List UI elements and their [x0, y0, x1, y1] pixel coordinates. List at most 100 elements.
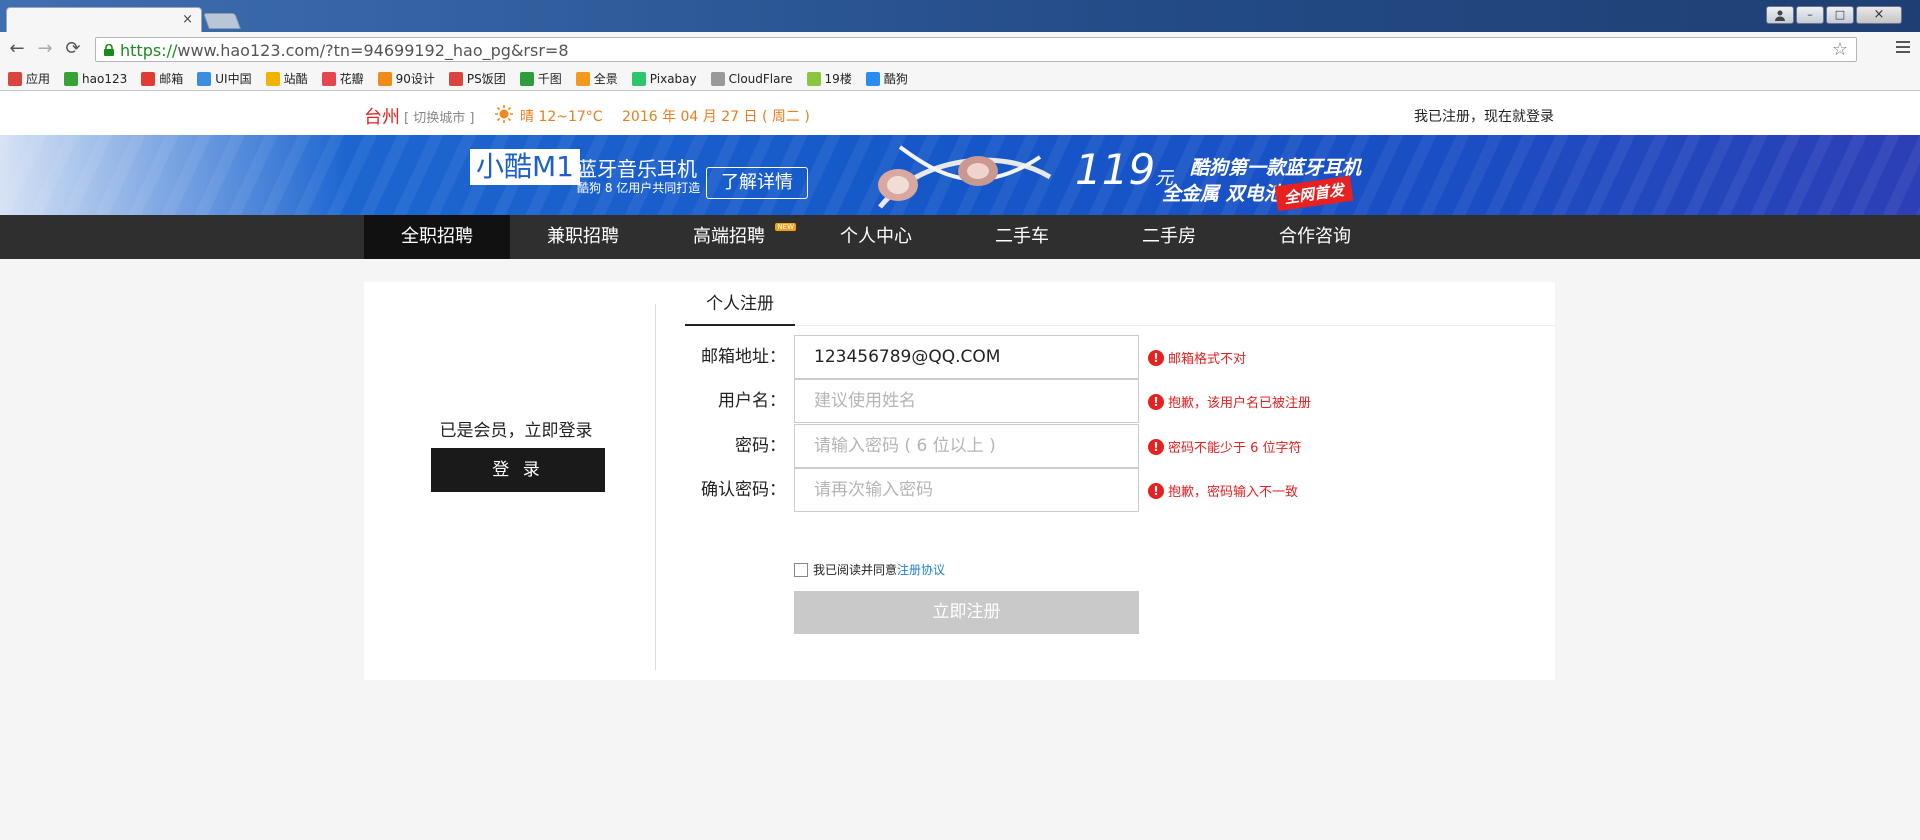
city-name: 台州 — [364, 107, 400, 128]
bookmark-label: Pixabay — [649, 71, 697, 86]
new-tab-button[interactable] — [203, 13, 241, 29]
member-login-prompt: 已是会员，立即登录 — [439, 421, 593, 441]
nav-item-label: 二手房 — [1142, 226, 1196, 247]
user-icon[interactable] — [1766, 6, 1794, 24]
huaban-icon — [321, 71, 336, 86]
bookmark-item[interactable]: UI中国 — [197, 70, 252, 87]
bookmark-label: 19楼 — [824, 72, 852, 86]
apps-icon — [8, 71, 22, 86]
bookmark-item[interactable]: 90设计 — [377, 70, 435, 87]
main-nav: 全职招聘 兼职招聘 高端招聘 NEW 个人中心 二手车 二手房 合作咨询 — [0, 215, 1920, 259]
tab-close-icon[interactable]: × — [182, 12, 193, 28]
bookmark-item[interactable]: 应用 — [8, 70, 50, 87]
confirm-password-error: ! 抱歉，密码输入不一致 — [1148, 481, 1298, 500]
browser-menu-icon[interactable] — [1896, 41, 1910, 53]
earbuds-image — [878, 145, 1052, 209]
url-text: https://www.hao123.com/?tn=94699192_hao_… — [120, 41, 569, 60]
page: 台州 [ 切换城市 ] 晴 12~17°C 2016 年 04 月 27 日 (… — [0, 91, 1920, 840]
bookmark-label: 90设计 — [395, 72, 435, 86]
minimize-button[interactable]: – — [1796, 6, 1824, 24]
promo-banner[interactable]: 小酷M1 蓝牙音乐耳机 酷狗 8 亿用户共同打造 了解详情 119元 酷狗第一款… — [0, 135, 1920, 215]
bookmark-item[interactable]: 酷狗 — [865, 70, 908, 87]
error-icon: ! — [1148, 393, 1164, 410]
password-row: 密码：! 密码不能少于 6 位字符 — [685, 424, 1555, 468]
agreement-link[interactable]: 注册协议 — [897, 561, 945, 578]
bookmark-label: hao123 — [82, 71, 128, 86]
bookmark-item[interactable]: 19楼 — [806, 70, 852, 87]
agree-text: 我已阅读并同意 — [813, 563, 898, 577]
email-label: 邮箱地址： — [701, 347, 786, 367]
back-arrow-icon[interactable]: ← — [6, 38, 28, 60]
error-text: 密码不能少于 6 位字符 — [1168, 441, 1302, 456]
bookmark-item[interactable]: 花瓣 — [321, 70, 364, 87]
nav-item-used-houses[interactable]: 二手房 — [1096, 215, 1242, 259]
bookmark-item[interactable]: Pixabay — [631, 71, 697, 86]
banner-learn-more-button[interactable]: 了解详情 — [706, 167, 808, 199]
kugou-icon — [865, 71, 880, 86]
bookmark-item[interactable]: 邮箱 — [141, 70, 183, 87]
nav-item-part-time[interactable]: 兼职招聘 — [510, 215, 656, 259]
quanjing-icon — [575, 71, 590, 86]
bookmark-star-icon[interactable]: ☆ — [1832, 39, 1848, 60]
top-info-bar: 台州 [ 切换城市 ] 晴 12~17°C 2016 年 04 月 27 日 (… — [0, 91, 1920, 135]
nav-item-high-end[interactable]: 高端招聘 NEW — [656, 215, 802, 259]
nav-item-full-time[interactable]: 全职招聘 — [364, 215, 510, 259]
bookmark-item[interactable]: 千图 — [519, 70, 562, 87]
banner-subtitle: 酷狗 8 亿用户共同打造 — [577, 181, 701, 195]
nav-item-label: 合作咨询 — [1279, 226, 1351, 247]
window-controls: – □ × — [1766, 6, 1902, 24]
bookmark-label: 酷狗 — [883, 72, 908, 86]
nav-item-personal-center[interactable]: 个人中心 — [803, 215, 949, 259]
19lou-icon — [806, 71, 821, 86]
nav-item-label: 兼职招聘 — [547, 226, 619, 247]
tab-personal-register[interactable]: 个人注册 — [685, 292, 795, 326]
confirm-password-field[interactable] — [794, 468, 1139, 512]
bookmark-item[interactable]: 站酷 — [265, 70, 308, 87]
nav-item-label: 全职招聘 — [401, 226, 473, 247]
sun-icon — [495, 105, 513, 123]
nav-item-used-cars[interactable]: 二手车 — [949, 215, 1095, 259]
switch-city-link[interactable]: [ 切换城市 ] — [404, 107, 474, 126]
bookmark-item[interactable]: hao123 — [64, 71, 128, 86]
email-row: 邮箱地址：! 邮箱格式不对 — [685, 335, 1555, 379]
browser-tab[interactable]: × — [6, 7, 202, 32]
login-button[interactable]: 登 录 — [431, 448, 605, 492]
password-label: 密码： — [735, 436, 786, 456]
email-field[interactable] — [794, 335, 1139, 379]
nav-item-cooperation[interactable]: 合作咨询 — [1242, 215, 1388, 259]
address-bar[interactable]: https://www.hao123.com/?tn=94699192_hao_… — [95, 37, 1857, 62]
bookmark-item[interactable]: CloudFlare — [710, 71, 793, 86]
error-icon: ! — [1148, 438, 1164, 455]
maximize-button[interactable]: □ — [1826, 6, 1854, 24]
login-now-link[interactable]: 我已注册，现在就登录 — [1414, 106, 1554, 126]
close-button[interactable]: × — [1856, 6, 1902, 24]
password-field[interactable] — [794, 424, 1139, 468]
nav-item-label: 二手车 — [995, 226, 1049, 247]
banner-tagline-2: 全金属 双电池 — [1162, 183, 1283, 205]
90design-icon — [377, 71, 392, 86]
new-badge: NEW — [775, 223, 796, 231]
bookmark-item[interactable]: 全景 — [575, 70, 618, 87]
browser-titlebar: × – □ × — [0, 0, 1920, 32]
email-error: ! 邮箱格式不对 — [1148, 348, 1246, 367]
username-error: ! 抱歉，该用户名已被注册 — [1148, 392, 1311, 411]
agree-checkbox[interactable] — [794, 562, 808, 577]
error-icon: ! — [1148, 349, 1164, 366]
forward-arrow-icon[interactable]: → — [34, 38, 56, 60]
url-path: www.hao123.com/?tn=94699192_hao_pg&rsr=8 — [177, 41, 569, 60]
bookmark-label: 站酷 — [283, 72, 308, 86]
error-text: 抱歉，该用户名已被注册 — [1168, 396, 1312, 411]
password-error: ! 密码不能少于 6 位字符 — [1148, 437, 1302, 456]
username-field[interactable] — [794, 379, 1139, 423]
error-text: 邮箱格式不对 — [1168, 352, 1247, 367]
mail-icon — [141, 71, 156, 86]
browser-toolbar: ← → ⟳ https://www.hao123.com/?tn=9469919… — [0, 32, 1920, 67]
vertical-divider — [655, 304, 656, 670]
psfantuan-icon — [448, 71, 463, 86]
bookmark-item[interactable]: PS饭团 — [448, 70, 506, 87]
reload-icon[interactable]: ⟳ — [62, 38, 84, 60]
register-submit-button[interactable]: 立即注册 — [794, 591, 1139, 634]
pixabay-icon — [631, 71, 646, 86]
zcool-icon — [265, 71, 280, 86]
banner-tagline-1: 酷狗第一款蓝牙耳机 — [1190, 157, 1362, 179]
